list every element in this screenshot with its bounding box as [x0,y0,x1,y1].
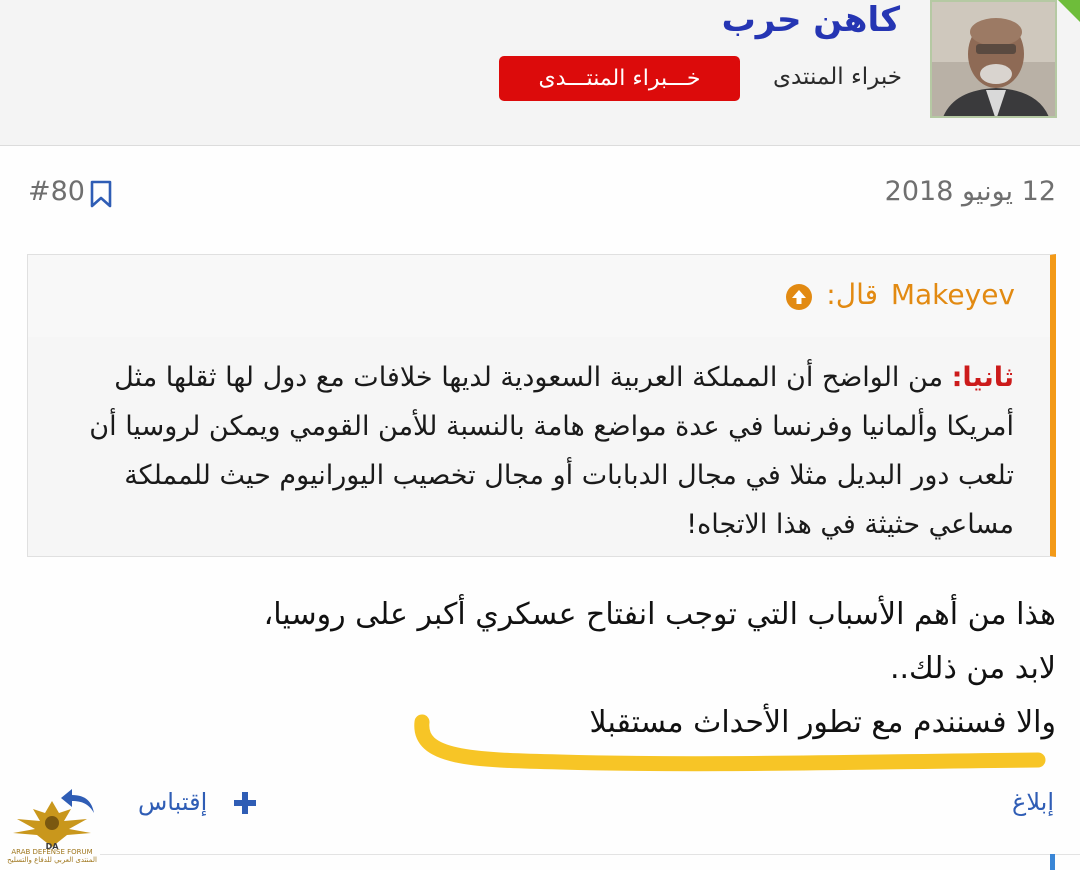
quote-header[interactable]: Makeyev قال: [28,255,1050,337]
quote-lead: ثانيا: [951,362,1014,393]
logo-text-en: ARAB DEFENSE FORUM [11,848,93,856]
post-number[interactable]: #80 [28,176,85,207]
quote-content: من الواضح أن المملكة العربية السعودية لد… [89,362,1014,540]
report-link[interactable]: إبلاغ [1012,788,1054,816]
quote-text: ثانيا: من الواضح أن المملكة العربية السع… [44,353,1014,549]
post-divider [100,854,1080,855]
plus-icon[interactable] [232,790,258,816]
online-indicator-icon [1058,0,1080,22]
username[interactable]: كاهن حرب [722,0,900,40]
post-line: هذا من أهم الأسباب التي توجب انفتاح عسكر… [263,597,1056,632]
post-content: هذا من أهم الأسباب التي توجب انفتاح عسكر… [56,588,1056,750]
bookmark-icon[interactable] [90,180,112,208]
user-title: خبراء المنتدى [772,64,902,90]
quote-block: Makeyev قال: ثانيا: من الواضح أن المملكة… [27,254,1056,557]
post-line: لابد من ذلك.. [889,651,1056,686]
logo-text-ar: المنتدى العربي للدفاع والتسليح [7,856,97,864]
user-badge: خـــبراء المنتـــدى [499,56,740,101]
quote-author[interactable]: Makeyev [891,278,1015,311]
quote-button[interactable]: إقتباس [138,788,207,816]
user-header: كاهن حرب خبراء المنتدى خـــبراء المنتـــ… [0,0,1080,146]
post-date[interactable]: 12 يونيو 2018 [885,176,1056,207]
avatar[interactable] [930,0,1057,118]
post-line-highlighted: والا فسنندم مع تطور الأحداث مستقبلا [589,705,1056,740]
quote-said-label: قال: [826,278,878,311]
arrow-up-icon[interactable] [785,283,813,311]
next-post-accent [1050,854,1055,870]
